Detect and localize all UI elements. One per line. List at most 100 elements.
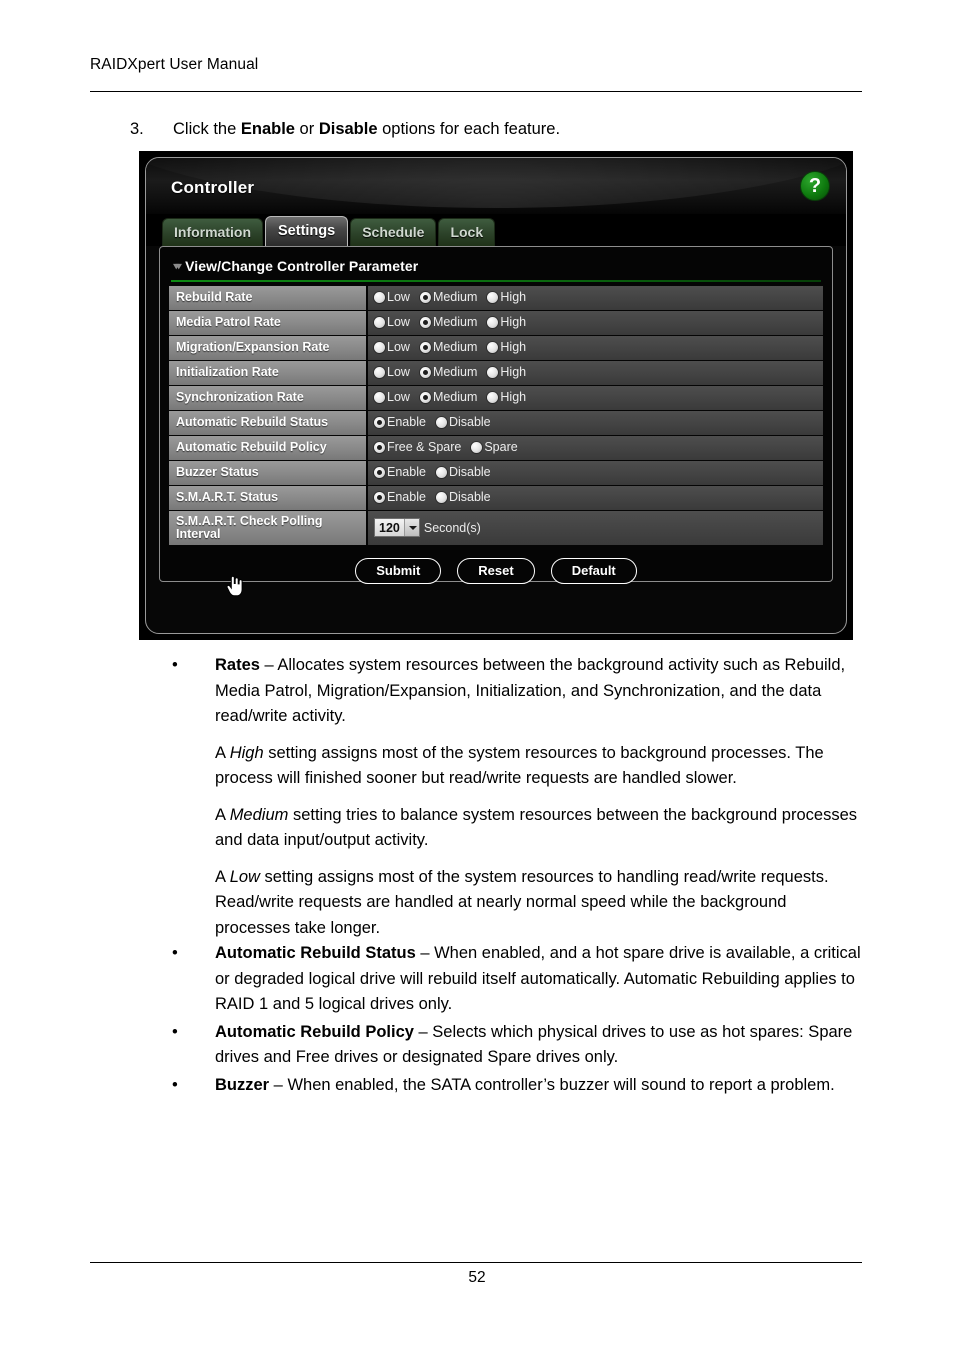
- radio-selected-icon[interactable]: [419, 292, 431, 303]
- radio-group: Low Medium High: [374, 291, 823, 304]
- body-bullet: • Buzzer – When enabled, the SATA control…: [170, 1073, 862, 1099]
- tab-information[interactable]: Information: [162, 218, 263, 246]
- radio-option[interactable]: High: [487, 366, 526, 379]
- radio-unselected-icon[interactable]: [374, 292, 385, 303]
- radio-option[interactable]: Medium: [419, 315, 478, 329]
- polling-interval-value: 120: [379, 521, 400, 535]
- radio-unselected-icon[interactable]: [374, 317, 385, 328]
- tab-lock[interactable]: Lock: [438, 218, 496, 246]
- radio-option[interactable]: Low: [374, 391, 410, 404]
- step-part-2: or: [294, 120, 319, 138]
- polling-interval-control: 120 Second(s): [374, 518, 823, 537]
- submit-button[interactable]: Submit: [355, 558, 442, 584]
- polling-interval-unit: Second(s): [423, 520, 481, 535]
- radio-option[interactable]: Enable: [374, 416, 426, 429]
- radio-selected-icon[interactable]: [419, 342, 431, 353]
- parameter-row: Buzzer Status Enable Disable: [169, 461, 823, 485]
- paragraph-text: setting assigns most of the system resou…: [215, 743, 824, 788]
- radio-selected-icon[interactable]: [374, 492, 385, 503]
- bullet-glyph: •: [172, 656, 178, 674]
- radio-option-label: High: [500, 290, 527, 304]
- radio-option[interactable]: Disable: [435, 466, 491, 479]
- radio-option-label: Free & Spare: [387, 440, 462, 454]
- radio-unselected-icon[interactable]: [487, 342, 499, 353]
- parameter-value: Enable Disable: [368, 486, 823, 510]
- radio-option-label: Medium: [432, 365, 478, 379]
- radio-unselected-icon[interactable]: [487, 317, 499, 328]
- paragraph-emphasis: Medium: [229, 805, 289, 824]
- radio-selected-icon[interactable]: [374, 417, 385, 428]
- step-part-4: options for each feature.: [377, 120, 561, 138]
- radio-unselected-icon[interactable]: [435, 417, 447, 428]
- parameter-label: S.M.A.R.T. Status: [169, 486, 368, 510]
- radio-option-label: Disable: [448, 415, 491, 429]
- default-button[interactable]: Default: [550, 558, 637, 584]
- radio-option-label: Medium: [432, 315, 478, 329]
- bullet-text: – Allocates system resources between the…: [215, 656, 846, 725]
- radio-unselected-icon[interactable]: [374, 342, 385, 353]
- radio-option[interactable]: Medium: [419, 365, 478, 379]
- radio-option[interactable]: Spare: [471, 440, 518, 454]
- radio-selected-icon[interactable]: [419, 317, 431, 328]
- bullet-term: Automatic Rebuild Status: [215, 944, 416, 962]
- paragraph-emphasis: High: [229, 743, 264, 762]
- radio-option[interactable]: Medium: [419, 391, 477, 404]
- tab-settings[interactable]: Settings: [265, 216, 349, 246]
- radio-option[interactable]: Low: [374, 341, 410, 354]
- parameter-label: Rebuild Rate: [169, 286, 368, 310]
- help-icon[interactable]: ?: [800, 171, 830, 201]
- tab-schedule[interactable]: Schedule: [350, 218, 437, 246]
- parameter-value: Low Medium High: [368, 386, 823, 410]
- radio-group: Enable Disable: [374, 416, 823, 429]
- radio-option[interactable]: Enable: [374, 466, 426, 479]
- tab-bar: Information Settings Schedule Lock: [146, 214, 846, 246]
- parameter-row: Automatic Rebuild Policy Free & Spare Spar…: [169, 436, 823, 460]
- radio-group: Low Medium High: [374, 316, 823, 329]
- radio-option[interactable]: High: [487, 341, 526, 354]
- panel-accent-rule: [171, 280, 821, 282]
- radio-option[interactable]: Medium: [419, 290, 478, 304]
- reset-button[interactable]: Reset: [457, 558, 535, 584]
- radio-selected-icon[interactable]: [374, 442, 385, 453]
- radio-unselected-icon[interactable]: [435, 467, 447, 478]
- panel-header[interactable]: ▾▾ View/Change Controller Parameter: [169, 255, 823, 280]
- radio-unselected-icon[interactable]: [471, 442, 483, 453]
- chevron-down-icon[interactable]: [403, 519, 419, 536]
- radio-group: Enable Disable: [374, 466, 823, 479]
- radio-option-label: Medium: [432, 340, 478, 354]
- radio-selected-icon[interactable]: [374, 467, 385, 478]
- radio-unselected-icon[interactable]: [487, 367, 499, 378]
- radio-unselected-icon[interactable]: [374, 392, 385, 403]
- radio-option-label: Enable: [387, 465, 426, 479]
- radio-option[interactable]: High: [487, 316, 526, 329]
- radio-selected-icon[interactable]: [419, 367, 431, 378]
- radio-option-label: Spare: [484, 440, 518, 454]
- parameter-row: Automatic Rebuild Status Enable Disable: [169, 411, 823, 435]
- radio-option[interactable]: Low: [374, 366, 410, 379]
- radio-option-label: Medium: [432, 290, 478, 304]
- radio-unselected-icon[interactable]: [435, 492, 447, 503]
- radio-selected-icon[interactable]: [419, 392, 431, 403]
- radio-group: Enable Disable: [374, 491, 823, 504]
- radio-option[interactable]: Low: [374, 316, 410, 329]
- radio-option[interactable]: Medium: [419, 340, 478, 354]
- radio-unselected-icon[interactable]: [374, 367, 385, 378]
- radio-option-label: Low: [387, 290, 410, 304]
- radio-option[interactable]: Disable: [435, 415, 491, 429]
- chevron-down-icon[interactable]: ▾▾: [173, 259, 182, 273]
- mouse-cursor-hand-icon: [226, 575, 243, 597]
- radio-option[interactable]: Free & Spare: [374, 441, 461, 454]
- polling-interval-select[interactable]: 120: [374, 518, 420, 537]
- parameter-table-body: Rebuild Rate Low Medium High Media Patrol Ra…: [169, 286, 823, 545]
- bullet-term: Buzzer: [215, 1075, 270, 1094]
- radio-option[interactable]: High: [487, 291, 526, 304]
- parameter-row: S.M.A.R.T. Status Enable Disable: [169, 486, 823, 510]
- radio-unselected-icon[interactable]: [487, 292, 499, 303]
- radio-option[interactable]: Disable: [435, 491, 491, 504]
- parameter-label: Automatic Rebuild Policy: [169, 436, 368, 460]
- radio-option[interactable]: High: [487, 391, 526, 404]
- radio-unselected-icon[interactable]: [487, 392, 499, 403]
- step-part-0: Click the: [173, 120, 241, 138]
- radio-option[interactable]: Enable: [374, 491, 426, 504]
- radio-option[interactable]: Low: [374, 291, 410, 304]
